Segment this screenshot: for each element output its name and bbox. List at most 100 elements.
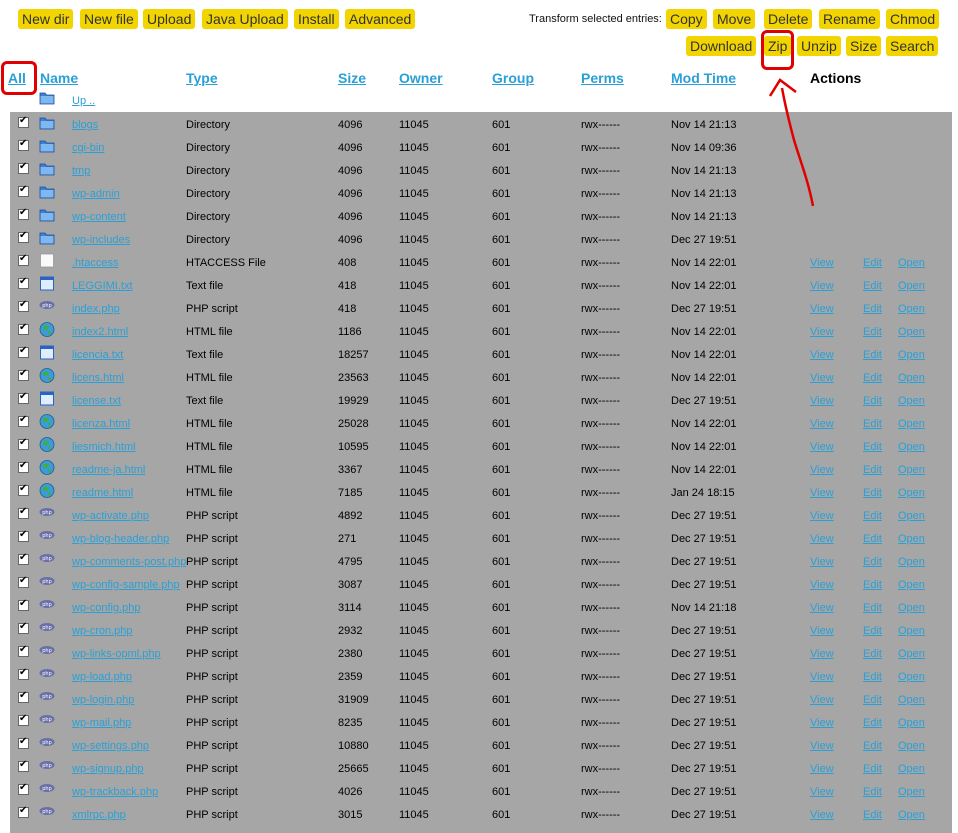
row-checkbox[interactable]: [18, 391, 29, 404]
edit-link[interactable]: Edit: [863, 671, 882, 683]
row-checkbox[interactable]: [18, 483, 29, 496]
row-checkbox[interactable]: [18, 253, 29, 266]
view-link[interactable]: View: [810, 786, 834, 798]
row-checkbox[interactable]: [18, 736, 29, 749]
open-link[interactable]: Open: [898, 510, 925, 522]
open-link[interactable]: Open: [898, 694, 925, 706]
open-link[interactable]: Open: [898, 257, 925, 269]
row-checkbox[interactable]: [18, 299, 29, 312]
row-checkbox[interactable]: [18, 161, 29, 174]
open-link[interactable]: Open: [898, 625, 925, 637]
open-link[interactable]: Open: [898, 786, 925, 798]
select-all-link[interactable]: All: [8, 70, 26, 86]
edit-link[interactable]: Edit: [863, 579, 882, 591]
view-link[interactable]: View: [810, 556, 834, 568]
edit-link[interactable]: Edit: [863, 441, 882, 453]
sort-owner-link[interactable]: Owner: [399, 70, 443, 86]
view-link[interactable]: View: [810, 257, 834, 269]
sort-size-link[interactable]: Size: [338, 70, 366, 86]
view-link[interactable]: View: [810, 395, 834, 407]
row-checkbox[interactable]: [18, 621, 29, 634]
row-checkbox[interactable]: [18, 713, 29, 726]
upload-button[interactable]: Upload: [143, 9, 196, 29]
row-checkbox[interactable]: [18, 414, 29, 427]
file-name-link[interactable]: wp-signup.php: [72, 763, 144, 775]
row-checkbox[interactable]: [18, 805, 29, 818]
file-name-link[interactable]: wp-trackback.php: [72, 786, 158, 798]
file-name-link[interactable]: blogs: [72, 119, 98, 131]
view-link[interactable]: View: [810, 418, 834, 430]
file-name-link[interactable]: index2.html: [72, 326, 128, 338]
open-link[interactable]: Open: [898, 717, 925, 729]
open-link[interactable]: Open: [898, 579, 925, 591]
file-name-link[interactable]: index.php: [72, 303, 120, 315]
move-button[interactable]: Move: [713, 9, 756, 29]
file-name-link[interactable]: wp-activate.php: [72, 510, 149, 522]
open-link[interactable]: Open: [898, 648, 925, 660]
open-link[interactable]: Open: [898, 303, 925, 315]
row-checkbox[interactable]: [18, 276, 29, 289]
row-checkbox[interactable]: [18, 322, 29, 335]
file-name-link[interactable]: tmp: [72, 165, 90, 177]
view-link[interactable]: View: [810, 717, 834, 729]
file-name-link[interactable]: wp-includes: [72, 234, 130, 246]
new-dir-button[interactable]: New dir: [18, 9, 74, 29]
open-link[interactable]: Open: [898, 441, 925, 453]
sort-mtime-link[interactable]: Mod Time: [671, 70, 736, 86]
row-checkbox[interactable]: [18, 345, 29, 358]
open-link[interactable]: Open: [898, 372, 925, 384]
edit-link[interactable]: Edit: [863, 533, 882, 545]
row-checkbox[interactable]: [18, 782, 29, 795]
edit-link[interactable]: Edit: [863, 740, 882, 752]
edit-link[interactable]: Edit: [863, 280, 882, 292]
view-link[interactable]: View: [810, 510, 834, 522]
row-checkbox[interactable]: [18, 598, 29, 611]
file-name-link[interactable]: wp-load.php: [72, 671, 132, 683]
install-button[interactable]: Install: [294, 9, 339, 29]
file-name-link[interactable]: licenza.html: [72, 418, 130, 430]
edit-link[interactable]: Edit: [863, 303, 882, 315]
row-checkbox[interactable]: [18, 184, 29, 197]
file-name-link[interactable]: wp-comments-post.php: [72, 556, 186, 568]
file-name-link[interactable]: readme.html: [72, 487, 133, 499]
open-link[interactable]: Open: [898, 326, 925, 338]
open-link[interactable]: Open: [898, 418, 925, 430]
row-checkbox[interactable]: [18, 552, 29, 565]
row-checkbox[interactable]: [18, 644, 29, 657]
file-name-link[interactable]: wp-links-opml.php: [72, 648, 161, 660]
row-checkbox[interactable]: [18, 230, 29, 243]
sort-name-link[interactable]: Name: [40, 70, 78, 86]
open-link[interactable]: Open: [898, 464, 925, 476]
view-link[interactable]: View: [810, 533, 834, 545]
file-name-link[interactable]: wp-config-sample.php: [72, 579, 180, 591]
view-link[interactable]: View: [810, 625, 834, 637]
view-link[interactable]: View: [810, 303, 834, 315]
new-file-button[interactable]: New file: [80, 9, 138, 29]
copy-button[interactable]: Copy: [666, 9, 707, 29]
delete-button[interactable]: Delete: [764, 9, 813, 29]
view-link[interactable]: View: [810, 671, 834, 683]
edit-link[interactable]: Edit: [863, 648, 882, 660]
sort-perms-link[interactable]: Perms: [581, 70, 624, 86]
edit-link[interactable]: Edit: [863, 786, 882, 798]
open-link[interactable]: Open: [898, 602, 925, 614]
row-checkbox[interactable]: [18, 115, 29, 128]
edit-link[interactable]: Edit: [863, 602, 882, 614]
zip-button[interactable]: Zip: [764, 36, 792, 56]
file-name-link[interactable]: wp-settings.php: [72, 740, 149, 752]
row-checkbox[interactable]: [18, 667, 29, 680]
search-button[interactable]: Search: [886, 36, 939, 56]
view-link[interactable]: View: [810, 441, 834, 453]
edit-link[interactable]: Edit: [863, 763, 882, 775]
row-checkbox[interactable]: [18, 575, 29, 588]
file-name-link[interactable]: licencia.txt: [72, 349, 123, 361]
view-link[interactable]: View: [810, 487, 834, 499]
view-link[interactable]: View: [810, 648, 834, 660]
rename-button[interactable]: Rename: [819, 9, 880, 29]
open-link[interactable]: Open: [898, 349, 925, 361]
file-name-link[interactable]: wp-admin: [72, 188, 120, 200]
file-name-link[interactable]: wp-login.php: [72, 694, 134, 706]
sort-type-link[interactable]: Type: [186, 70, 218, 86]
file-name-link[interactable]: liesmich.html: [72, 441, 136, 453]
view-link[interactable]: View: [810, 372, 834, 384]
